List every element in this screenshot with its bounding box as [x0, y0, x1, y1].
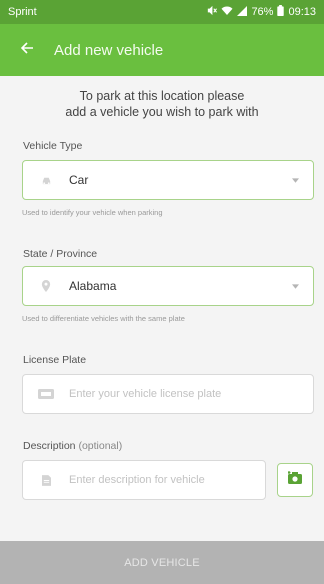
intro-line-1: To park at this location please [79, 89, 245, 103]
clock: 09:13 [288, 6, 316, 18]
description-label: Description (optional) [23, 440, 122, 452]
status-bar: Sprint 76% 09:13 [0, 0, 324, 24]
battery-percent: 76% [251, 6, 274, 18]
page-title: Add new vehicle [54, 41, 164, 59]
vehicle-type-helper: Used to identify your vehicle when parki… [22, 208, 163, 217]
description-label-text: Description [23, 440, 76, 452]
license-plate-icon [23, 389, 69, 399]
add-vehicle-button[interactable]: ADD VEHICLE [0, 541, 324, 584]
car-icon [23, 175, 69, 186]
vehicle-type-label: Vehicle Type [23, 140, 83, 152]
license-plate-label: License Plate [23, 354, 87, 366]
intro-text: To park at this location please add a ve… [0, 88, 324, 120]
state-select[interactable]: Alabama [22, 266, 314, 306]
wifi-icon [221, 5, 233, 19]
location-pin-icon [23, 280, 69, 292]
signal-icon [237, 5, 248, 19]
vehicle-type-select[interactable]: Car [22, 160, 314, 200]
carrier-name: Sprint [8, 6, 37, 18]
add-photo-icon [287, 471, 302, 489]
mute-icon [206, 5, 218, 19]
chevron-down-icon [277, 177, 313, 183]
state-helper: Used to differentiate vehicles with the … [22, 314, 185, 323]
back-button[interactable] [0, 24, 54, 76]
vehicle-type-value: Car [69, 173, 89, 187]
intro-line-2: add a vehicle you wish to park with [65, 105, 259, 119]
description-input[interactable]: Enter description for vehicle [22, 460, 266, 500]
battery-icon [277, 5, 285, 19]
chevron-down-icon [277, 283, 313, 289]
state-label: State / Province [23, 248, 98, 260]
license-plate-input[interactable]: Enter your vehicle license plate [22, 374, 314, 414]
description-placeholder: Enter description for vehicle [69, 474, 205, 486]
app-bar: Add new vehicle [0, 24, 324, 76]
state-value: Alabama [69, 279, 117, 293]
add-photo-button[interactable] [277, 463, 313, 497]
arrow-left-icon [20, 41, 34, 60]
document-icon [23, 474, 69, 486]
description-label-optional: (optional) [78, 440, 123, 452]
license-plate-placeholder: Enter your vehicle license plate [69, 388, 222, 400]
status-icons: 76% 09:13 [206, 5, 316, 19]
